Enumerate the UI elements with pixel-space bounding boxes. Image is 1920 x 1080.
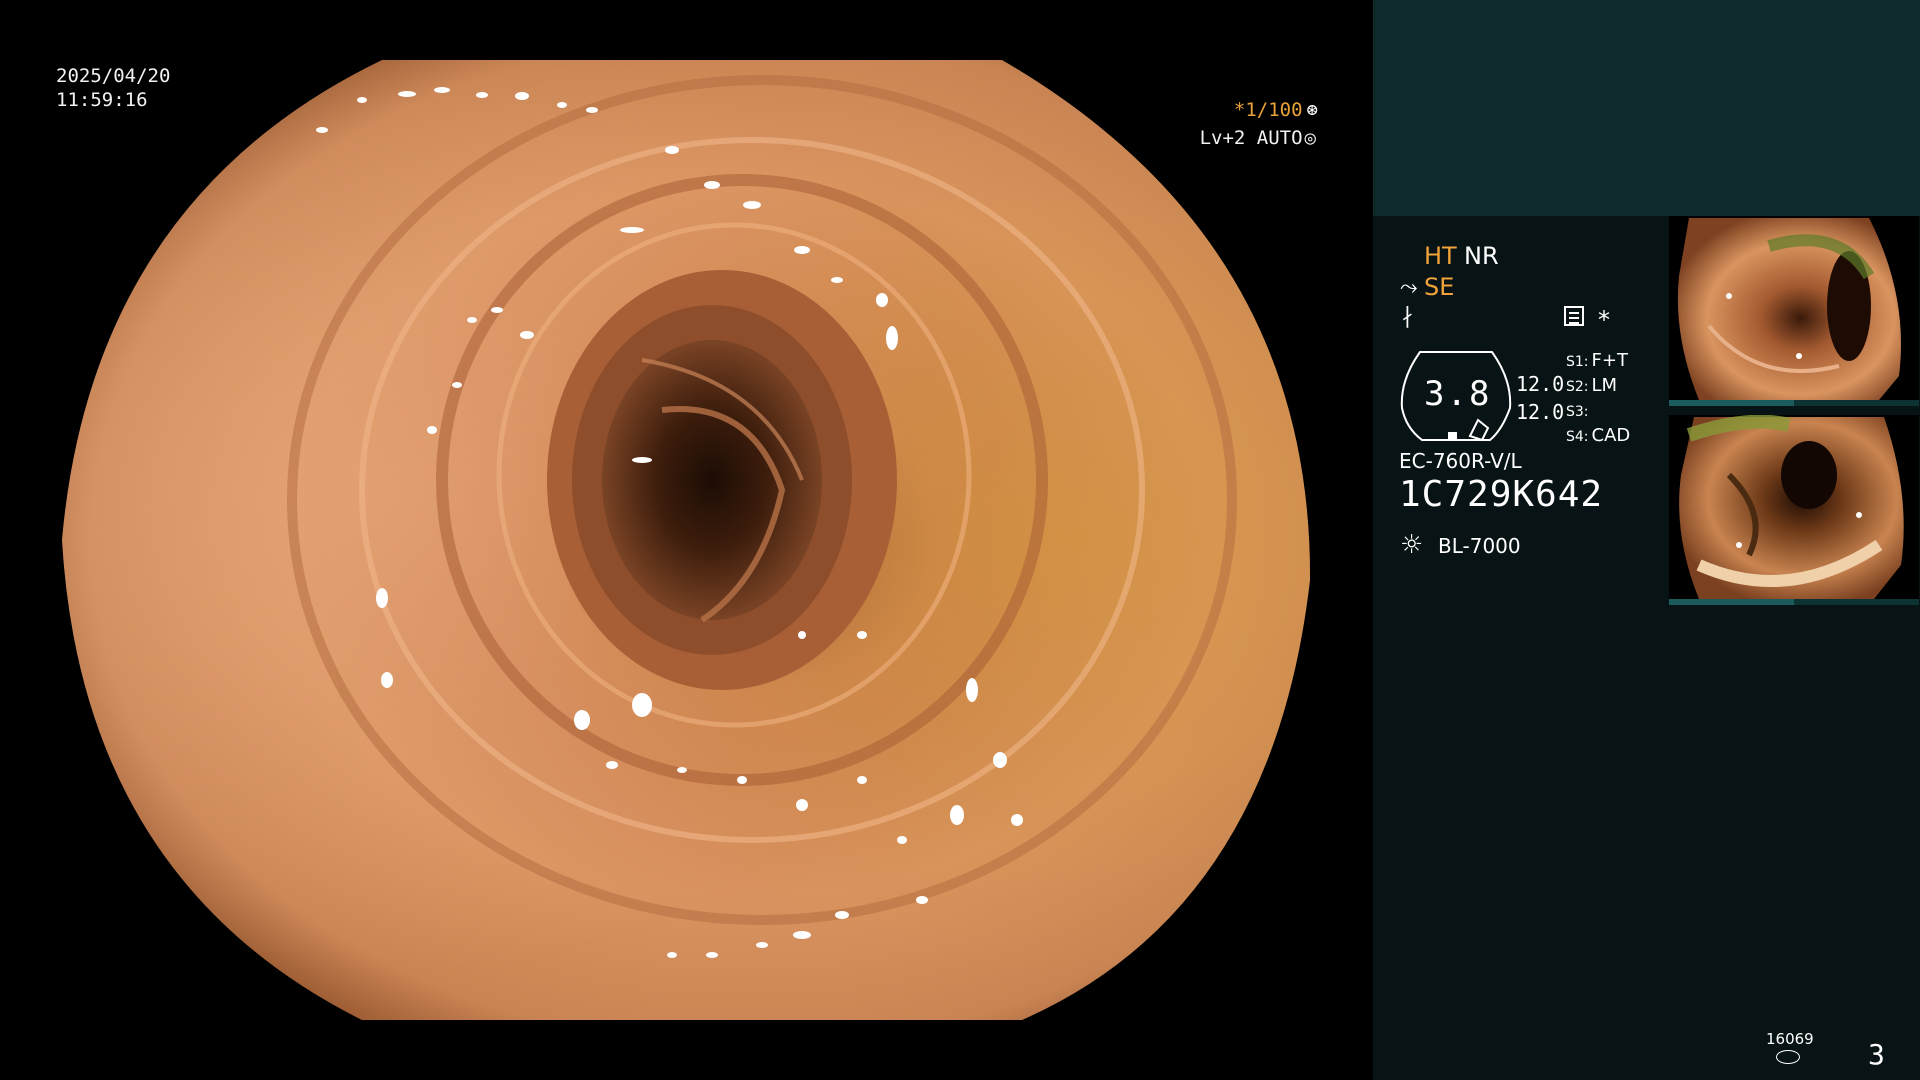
- image-count: 16069: [1766, 1030, 1814, 1048]
- endoscope-main-view: [62, 60, 1312, 1020]
- switch-s1: S1: F+T: [1566, 350, 1628, 371]
- scope-model: EC-760R-V/L: [1399, 449, 1522, 473]
- patient-info-band: [1373, 0, 1920, 216]
- thumbnail-1-image: [1677, 218, 1901, 400]
- mode-ht: HT: [1424, 242, 1457, 270]
- thumbnail-1-bar: [1669, 400, 1919, 406]
- storage-disk-icon: [1776, 1050, 1800, 1064]
- iris-level-readout: Lv+2 AUTO ◎: [1200, 127, 1316, 149]
- date-label: 2025/04/20: [56, 65, 171, 87]
- switch-s3: S3:: [1566, 404, 1589, 420]
- scope-serial: 1C729K642: [1399, 474, 1604, 515]
- colon-lumen-image: [62, 60, 1311, 1020]
- structure-enhance-icon: ⤳: [1400, 275, 1418, 300]
- light-source-label: BL-7000: [1438, 534, 1521, 558]
- light-source-icon: ☼: [1400, 530, 1424, 560]
- frequency-icon: ∤: [1402, 304, 1413, 329]
- gauge-top-value: 12.0: [1516, 372, 1565, 396]
- switch-s4: S4: CAD: [1566, 425, 1631, 446]
- level-label: Lv+2 AUTO: [1199, 127, 1303, 149]
- thumbnail-2-bar: [1669, 599, 1919, 605]
- gauge-bottom-value: 12.0: [1516, 400, 1565, 424]
- thumbnail-2-image: [1679, 415, 1904, 599]
- shutter-readout: *1/100 ⊛: [1234, 99, 1318, 121]
- time-label: 11:59:16: [56, 89, 148, 111]
- endoscopy-screen: 2025/04/20 11:59:16 *1/100 ⊛ Lv+2 AUTO ◎ H…: [0, 0, 1920, 1080]
- shutter-label: *1/100: [1233, 99, 1303, 121]
- thumbnail-1[interactable]: [1669, 216, 1919, 406]
- aperture-icon: ⊛: [1306, 99, 1318, 121]
- mode-se: SE: [1424, 273, 1455, 301]
- page-number: 3: [1868, 1038, 1885, 1071]
- gauge-value: 3.8: [1424, 374, 1492, 414]
- thumbnail-2[interactable]: [1669, 415, 1919, 605]
- timestamp: 2025/04/20 11:59:16: [56, 64, 170, 112]
- iris-icon: ◎: [1304, 127, 1316, 149]
- menu-icon: [1564, 306, 1584, 326]
- switch-s2: S2: LM: [1566, 375, 1618, 396]
- star-icon: *: [1598, 306, 1610, 334]
- mode-nr: NR: [1464, 242, 1499, 270]
